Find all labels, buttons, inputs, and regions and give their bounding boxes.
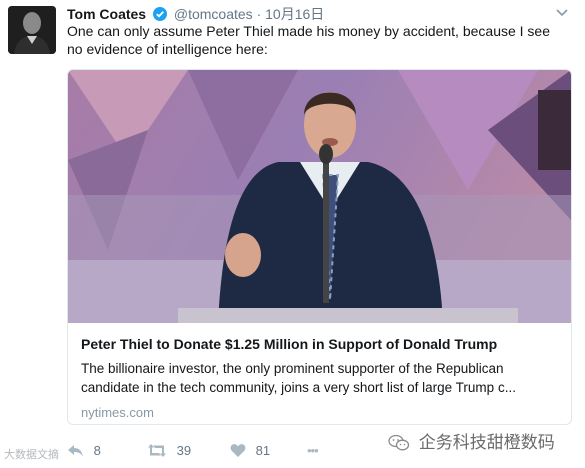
avatar[interactable]	[8, 6, 56, 54]
reply-icon	[68, 445, 83, 457]
reply-count: 8	[93, 443, 101, 458]
like-button[interactable]: 81	[230, 443, 270, 458]
card-title[interactable]: Peter Thiel to Donate $1.25 Million in S…	[81, 335, 561, 353]
retweet-button[interactable]: 39	[147, 443, 191, 458]
tweet-text: One can only assume Peter Thiel made his…	[67, 23, 551, 57]
chevron-down-icon[interactable]	[556, 6, 568, 20]
avatar-photo	[8, 6, 56, 54]
display-name[interactable]: Tom Coates	[67, 6, 146, 22]
card-body: Peter Thiel to Donate $1.25 Million in S…	[81, 335, 561, 420]
user-handle[interactable]: @tomcoates	[174, 6, 253, 22]
card-image	[68, 70, 571, 323]
tweet-date[interactable]: 10月16日	[265, 6, 324, 22]
watermark-left: 大数据文摘	[4, 449, 59, 461]
retweet-icon	[148, 444, 166, 457]
watermark-right-text: 企务科技甜橙数码	[418, 433, 555, 452]
reply-button[interactable]: 8	[67, 443, 101, 458]
like-count: 81	[255, 443, 271, 458]
card-description: The billionaire investor, the only promi…	[81, 361, 516, 395]
more-options-icon[interactable]: •••	[307, 443, 319, 458]
retweet-count: 39	[176, 443, 192, 458]
tweet-header: Tom Coates @tomcoates · 10月16日	[67, 4, 324, 24]
separator-dot: ·	[256, 6, 262, 22]
heart-icon	[230, 444, 246, 457]
link-card[interactable]: Peter Thiel to Donate $1.25 Million in S…	[67, 69, 572, 425]
watermark-right: 企务科技甜橙数码	[388, 428, 555, 453]
wechat-icon	[388, 434, 410, 451]
card-domain[interactable]: nytimes.com	[81, 405, 561, 420]
